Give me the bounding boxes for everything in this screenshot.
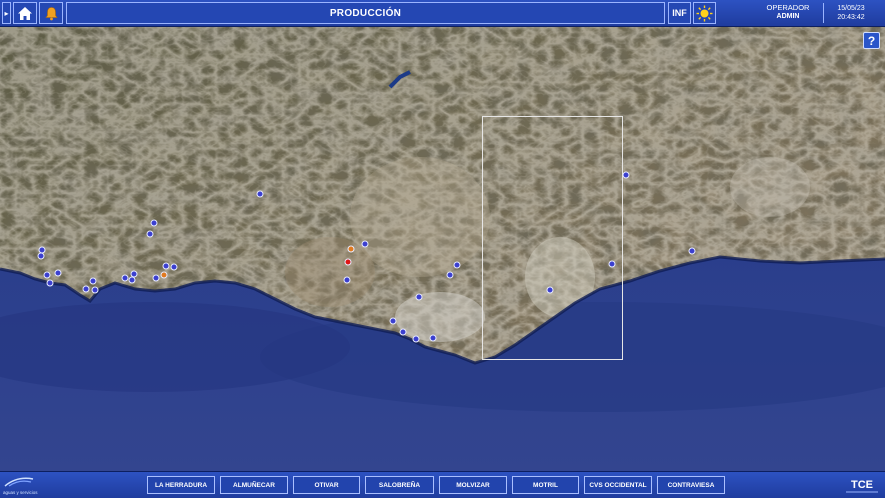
station-marker[interactable] [429, 334, 437, 342]
zone-button-contraviesa[interactable]: CONTRAVIESA [657, 476, 725, 494]
station-marker-alarm[interactable] [344, 258, 352, 266]
home-button[interactable] [13, 2, 37, 24]
station-marker[interactable] [37, 252, 45, 260]
station-marker[interactable] [162, 262, 170, 270]
zone-button-motril[interactable]: MOTRIL [512, 476, 579, 494]
weather-button[interactable] [693, 2, 716, 24]
station-marker[interactable] [415, 293, 423, 301]
station-marker[interactable] [688, 247, 696, 255]
home-icon [18, 6, 32, 20]
station-marker[interactable] [343, 276, 351, 284]
vendor-logo: TCE [842, 475, 882, 496]
terrain-image [0, 27, 885, 471]
station-marker-warning[interactable] [347, 245, 355, 253]
datetime: 15/05/23 20:43:42 [826, 4, 876, 22]
station-marker[interactable] [91, 286, 99, 294]
sun-icon [696, 5, 713, 21]
user-name: ADMIN [776, 13, 800, 20]
station-marker[interactable] [453, 261, 461, 269]
svg-text:TCE: TCE [851, 479, 873, 491]
station-marker[interactable] [54, 269, 62, 277]
info-button[interactable]: INF [668, 2, 691, 24]
date-text: 15/05/23 [837, 5, 865, 12]
station-marker[interactable] [150, 219, 158, 227]
user-role: OPERADOR [766, 3, 810, 12]
station-marker[interactable] [412, 335, 420, 343]
company-logo: aguas y servicios [3, 474, 45, 496]
station-marker[interactable] [43, 271, 51, 279]
zone-button-otivar[interactable]: OTIVAR [293, 476, 360, 494]
company-brand-text: aguas y servicios [3, 490, 38, 495]
motril-zone-highlight[interactable] [482, 116, 623, 360]
menu-toggle-button[interactable]: ▸ [2, 2, 11, 24]
station-marker[interactable] [46, 279, 54, 287]
bottom-bar: aguas y servicios LA HERRADURA ALMUÑECAR… [0, 471, 885, 498]
zone-button-cvs-occidental[interactable]: CVS OCCIDENTAL [584, 476, 652, 494]
logo-icon [4, 477, 34, 487]
station-marker[interactable] [121, 274, 129, 282]
bell-icon [44, 6, 58, 20]
top-bar: ▸ PRODUCCIÓN INF OPERADOR ADMIN 15/05/23… [0, 0, 885, 27]
station-marker[interactable] [399, 328, 407, 336]
vendor-logo-icon: TCE [846, 479, 878, 493]
scada-production-screen: ▸ PRODUCCIÓN INF OPERADOR ADMIN 15/05/23… [0, 0, 885, 498]
station-marker[interactable] [389, 317, 397, 325]
station-marker[interactable] [622, 171, 630, 179]
station-marker-warning[interactable] [160, 271, 168, 279]
station-marker[interactable] [152, 274, 160, 282]
station-marker[interactable] [128, 276, 136, 284]
satellite-map[interactable]: ? [0, 27, 885, 471]
alarm-button[interactable] [39, 2, 63, 24]
station-marker[interactable] [146, 230, 154, 238]
station-marker[interactable] [608, 260, 616, 268]
station-marker[interactable] [89, 277, 97, 285]
user-info: OPERADOR ADMIN [755, 3, 821, 21]
zone-button-molvizar[interactable]: MOLVIZAR [439, 476, 507, 494]
station-marker[interactable] [170, 263, 178, 271]
station-marker[interactable] [546, 286, 554, 294]
zone-button-almunecar[interactable]: ALMUÑECAR [220, 476, 288, 494]
zone-button-la-herradura[interactable]: LA HERRADURA [147, 476, 215, 494]
zone-button-salobrena[interactable]: SALOBREÑA [365, 476, 434, 494]
help-button[interactable]: ? [863, 32, 880, 49]
header-divider [823, 3, 824, 23]
time-text: 20:43:42 [837, 14, 865, 21]
station-marker[interactable] [446, 271, 454, 279]
page-title: PRODUCCIÓN [66, 2, 665, 24]
station-marker[interactable] [256, 190, 264, 198]
station-marker[interactable] [82, 285, 90, 293]
station-marker[interactable] [361, 240, 369, 248]
